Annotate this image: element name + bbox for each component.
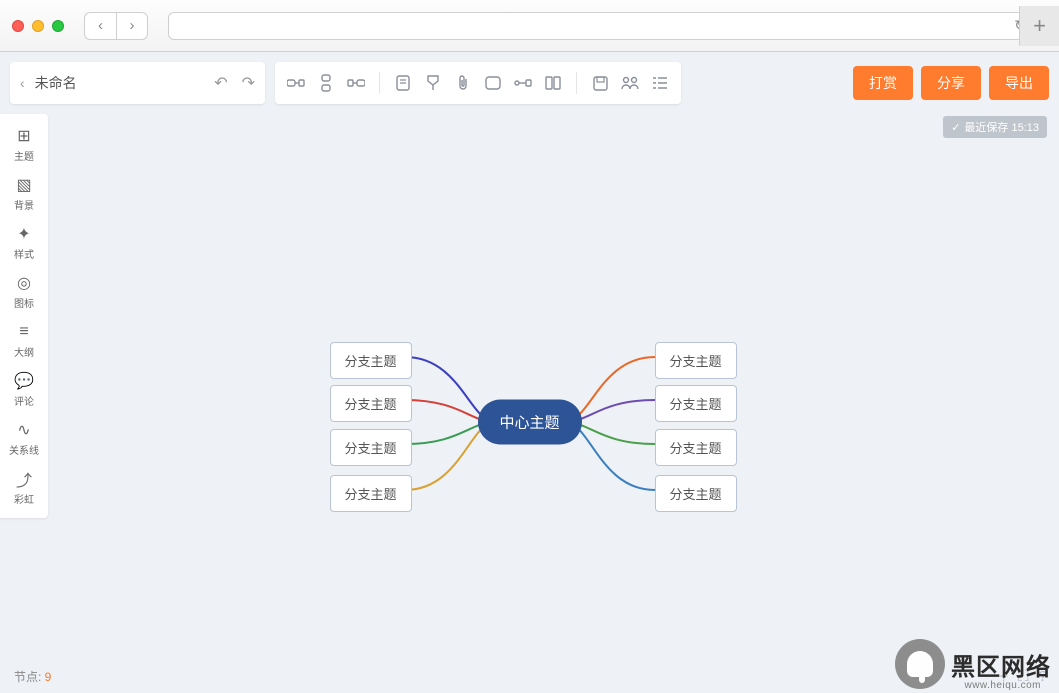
footer: 节点: 9 [14, 668, 51, 685]
export-button[interactable]: 导出 [989, 66, 1049, 100]
back-button[interactable]: ‹ [20, 75, 25, 91]
branch-node-left-0[interactable]: 分支主题 [330, 342, 412, 379]
window-controls [12, 20, 64, 32]
branch-node-left-3[interactable]: 分支主题 [330, 475, 412, 512]
fit-screen-icon[interactable]: ⛶ [1018, 668, 1029, 685]
outline-view-icon[interactable] [649, 72, 671, 94]
maximize-window-icon[interactable] [52, 20, 64, 32]
add-sibling-icon[interactable] [315, 72, 337, 94]
new-tab-button[interactable]: + [1019, 6, 1059, 46]
share-button[interactable]: 分享 [921, 66, 981, 100]
nav-back-button[interactable]: ‹ [84, 12, 116, 40]
minimize-window-icon[interactable] [32, 20, 44, 32]
summary-icon[interactable] [542, 72, 564, 94]
save-icon[interactable] [589, 72, 611, 94]
branch-node-right-3[interactable]: 分支主题 [655, 475, 737, 512]
task-icon[interactable] [422, 72, 444, 94]
zoom-in-icon[interactable]: + [999, 668, 1008, 685]
nav-forward-button[interactable]: › [116, 12, 148, 40]
zoom-controls: − + ⛶ ? [981, 668, 1047, 685]
branch-node-right-1[interactable]: 分支主题 [655, 385, 737, 422]
note-icon[interactable] [392, 72, 414, 94]
close-window-icon[interactable] [12, 20, 24, 32]
branch-node-left-2[interactable]: 分支主题 [330, 429, 412, 466]
center-node[interactable]: 中心主题 [477, 400, 581, 445]
url-bar[interactable]: ↻ [168, 12, 1037, 40]
zoom-out-icon[interactable]: − [981, 668, 990, 685]
redo-button[interactable]: ↷ [242, 73, 255, 93]
boundary-icon[interactable] [482, 72, 504, 94]
attachment-icon[interactable] [452, 72, 474, 94]
nav-buttons: ‹ › [84, 12, 148, 40]
collaborate-icon[interactable] [619, 72, 641, 94]
top-toolbar-row: ‹ 未命名 ↶ ↷ 打赏 [0, 52, 1059, 108]
node-count-label: 节点: [14, 670, 45, 684]
add-child-icon[interactable] [285, 72, 307, 94]
title-panel: ‹ 未命名 ↶ ↷ [10, 62, 265, 104]
browser-chrome: ‹ › ↻ + [0, 0, 1059, 52]
tools-panel [275, 62, 681, 104]
action-buttons: 打赏 分享 导出 [853, 66, 1049, 100]
document-title[interactable]: 未命名 [35, 73, 77, 93]
add-parent-icon[interactable] [345, 72, 367, 94]
app: ‹ 未命名 ↶ ↷ 打赏 [0, 52, 1059, 693]
undo-button[interactable]: ↶ [214, 73, 227, 93]
node-count-value: 9 [45, 670, 52, 684]
canvas[interactable]: 中心主题 分支主题 分支主题 分支主题 分支主题 分支主题 分支主题 分支主题 … [0, 112, 1059, 693]
branch-node-right-0[interactable]: 分支主题 [655, 342, 737, 379]
branch-node-right-2[interactable]: 分支主题 [655, 429, 737, 466]
branch-node-left-1[interactable]: 分支主题 [330, 385, 412, 422]
print-button[interactable]: 打赏 [853, 66, 913, 100]
relation-icon[interactable] [512, 72, 534, 94]
help-icon[interactable]: ? [1039, 668, 1047, 685]
